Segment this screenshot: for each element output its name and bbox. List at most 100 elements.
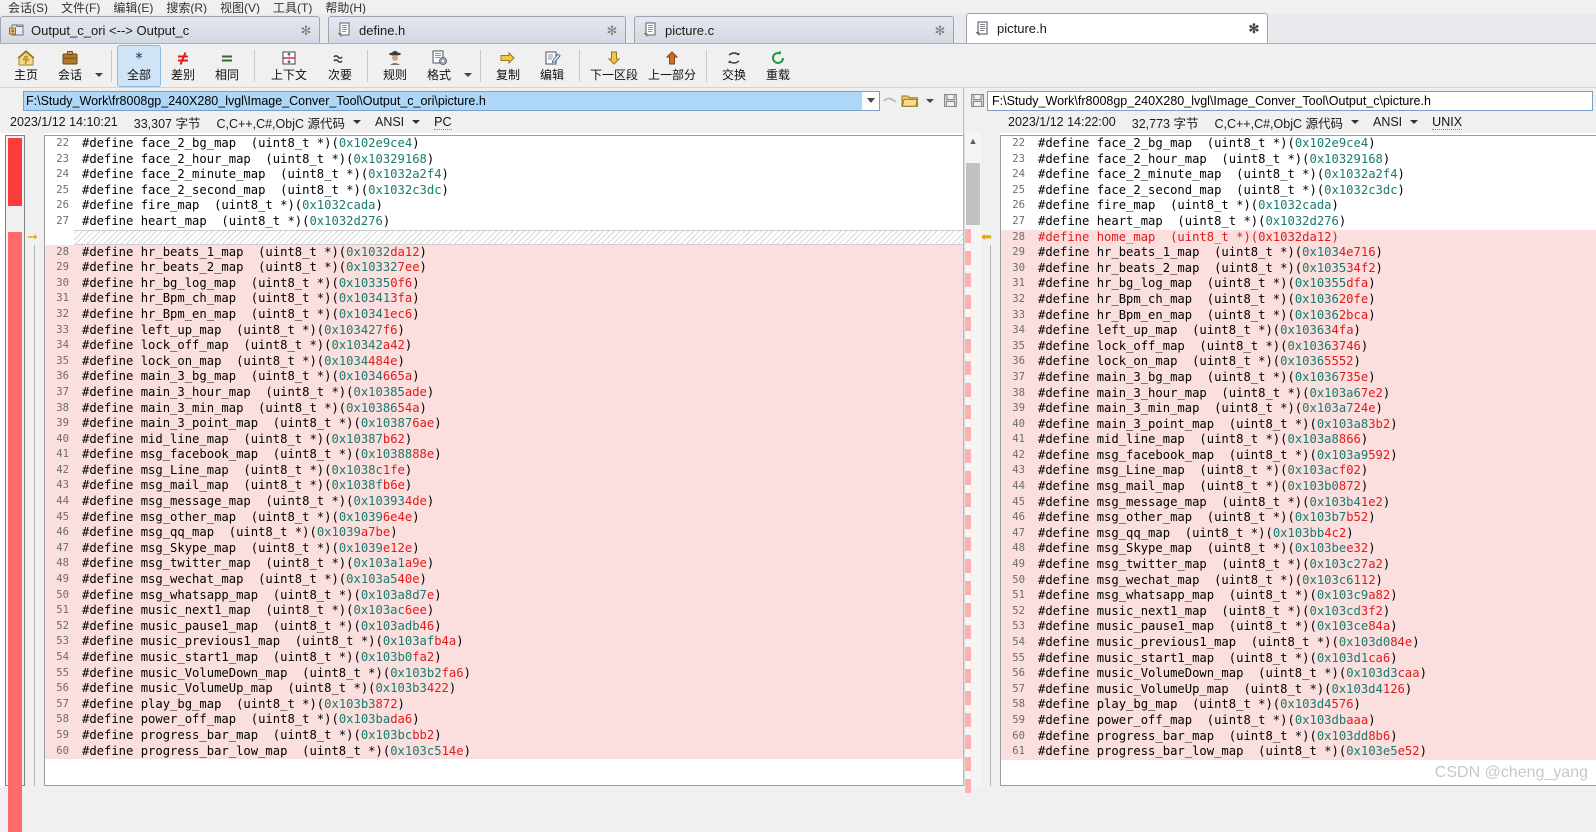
- table-row[interactable]: 38#define main_3_hour_map (uint8_t *)(0x…: [1001, 386, 1596, 402]
- table-row[interactable]: 52#define music_pause1_map (uint8_t *)(0…: [45, 619, 963, 635]
- table-row[interactable]: 30#define hr_bg_log_map (uint8_t *)(0x10…: [45, 276, 963, 292]
- table-row[interactable]: 39#define main_3_point_map (uint8_t *)(0…: [45, 416, 963, 432]
- minor-button[interactable]: 次要: [318, 45, 362, 87]
- table-row[interactable]: 45#define msg_message_map (uint8_t *)(0x…: [1001, 495, 1596, 511]
- left-gutter-markers[interactable]: ➞: [25, 133, 44, 786]
- table-row[interactable]: 23#define face_2_hour_map (uint8_t *)(0x…: [45, 152, 963, 168]
- tab-define-h[interactable]: define.h ✻: [328, 16, 626, 43]
- table-row[interactable]: 35#define lock_off_map (uint8_t *)(0x103…: [1001, 339, 1596, 355]
- table-row[interactable]: 26#define fire_map (uint8_t *)(0x1032cad…: [45, 198, 963, 214]
- table-row[interactable]: 51#define music_next1_map (uint8_t *)(0x…: [45, 603, 963, 619]
- table-row[interactable]: 53#define music_previous1_map (uint8_t *…: [45, 634, 963, 650]
- table-row[interactable]: 45#define msg_other_map (uint8_t *)(0x10…: [45, 510, 963, 526]
- table-row[interactable]: 52#define music_next1_map (uint8_t *)(0x…: [1001, 604, 1596, 620]
- menu-item-file[interactable]: 文件(F): [57, 2, 109, 14]
- table-row[interactable]: 49#define msg_wechat_map (uint8_t *)(0x1…: [45, 572, 963, 588]
- table-row[interactable]: 29#define hr_beats_1_map (uint8_t *)(0x1…: [1001, 245, 1596, 261]
- context-button[interactable]: 上下文: [260, 45, 318, 87]
- left-goto-button[interactable]: [880, 93, 900, 108]
- table-row[interactable]: 58#define play_bg_map (uint8_t *)(0x103d…: [1001, 697, 1596, 713]
- table-row[interactable]: 54#define music_previous1_map (uint8_t *…: [1001, 635, 1596, 651]
- table-row[interactable]: 24#define face_2_minute_map (uint8_t *)(…: [1001, 167, 1596, 183]
- home-button[interactable]: 主页: [4, 45, 48, 87]
- table-row[interactable]: 57#define play_bg_map (uint8_t *)(0x103b…: [45, 697, 963, 713]
- table-row[interactable]: 58#define power_off_map (uint8_t *)(0x10…: [45, 712, 963, 728]
- copy-button[interactable]: 复制: [486, 45, 530, 87]
- table-row[interactable]: 28#define hr_beats_1_map (uint8_t *)(0x1…: [45, 245, 963, 261]
- left-path-dropdown[interactable]: [862, 92, 879, 110]
- right-path-input[interactable]: F:\Study_Work\fr8008gp_240X280_lvgl\Imag…: [988, 92, 1592, 110]
- table-row[interactable]: 33#define hr_Bpm_en_map (uint8_t *)(0x10…: [1001, 308, 1596, 324]
- table-row[interactable]: 37#define main_3_hour_map (uint8_t *)(0x…: [45, 385, 963, 401]
- table-row[interactable]: 55#define music_VolumeDown_map (uint8_t …: [45, 666, 963, 682]
- right-scrollbar[interactable]: ▲: [964, 133, 981, 786]
- table-row[interactable]: 32#define hr_Bpm_ch_map (uint8_t *)(0x10…: [1001, 292, 1596, 308]
- tab-picture-c[interactable]: picture.c ✻: [634, 16, 954, 43]
- session-button[interactable]: 会话: [48, 45, 92, 87]
- table-row[interactable]: 61#define progress_bar_low_map (uint8_t …: [1001, 744, 1596, 760]
- session-dropdown-arrow[interactable]: [92, 45, 106, 87]
- table-row[interactable]: 34#define lock_off_map (uint8_t *)(0x103…: [45, 338, 963, 354]
- table-row[interactable]: 51#define msg_whatsapp_map (uint8_t *)(0…: [1001, 588, 1596, 604]
- left-path-input[interactable]: F:\Study_Work\fr8008gp_240X280_lvgl\Imag…: [24, 92, 862, 110]
- table-row[interactable]: 36#define lock_on_map (uint8_t *)(0x1036…: [1001, 354, 1596, 370]
- left-save-button[interactable]: [940, 93, 960, 108]
- table-row[interactable]: 56#define music_VolumeDown_map (uint8_t …: [1001, 666, 1596, 682]
- close-icon[interactable]: ✻: [933, 24, 947, 37]
- table-row[interactable]: 46#define msg_other_map (uint8_t *)(0x10…: [1001, 510, 1596, 526]
- table-row[interactable]: 49#define msg_twitter_map (uint8_t *)(0x…: [1001, 557, 1596, 573]
- table-row[interactable]: 26#define fire_map (uint8_t *)(0x1032cad…: [1001, 198, 1596, 214]
- table-row[interactable]: 27#define heart_map (uint8_t *)(0x1032d2…: [1001, 214, 1596, 230]
- table-row[interactable]: 31#define hr_bg_log_map (uint8_t *)(0x10…: [1001, 276, 1596, 292]
- close-icon[interactable]: ✻: [605, 24, 619, 37]
- table-row[interactable]: 22#define face_2_bg_map (uint8_t *)(0x10…: [1001, 136, 1596, 152]
- table-row[interactable]: 29#define hr_beats_2_map (uint8_t *)(0x1…: [45, 260, 963, 276]
- table-row[interactable]: 24#define face_2_minute_map (uint8_t *)(…: [45, 167, 963, 183]
- menu-item-tools[interactable]: 工具(T): [269, 2, 321, 14]
- tab-output-c-ori-vs-output-c[interactable]: Output_c_ori <--> Output_c ✻: [0, 16, 320, 43]
- left-browse-button[interactable]: [900, 93, 920, 108]
- table-row[interactable]: 57#define music_VolumeUp_map (uint8_t *)…: [1001, 682, 1596, 698]
- scroll-up-arrow-icon[interactable]: ▲: [965, 133, 981, 148]
- table-row[interactable]: 22#define face_2_bg_map (uint8_t *)(0x10…: [45, 136, 963, 152]
- format-dropdown-arrow[interactable]: [461, 45, 475, 87]
- show-differences-button[interactable]: 差别: [161, 45, 205, 87]
- rules-button[interactable]: 规则: [373, 45, 417, 87]
- left-code-area[interactable]: 22#define face_2_bg_map (uint8_t *)(0x10…: [44, 135, 963, 786]
- swap-button[interactable]: 交换: [712, 45, 756, 87]
- right-encoding-select[interactable]: ANSI: [1373, 115, 1418, 129]
- table-row[interactable]: 55#define music_start1_map (uint8_t *)(0…: [1001, 651, 1596, 667]
- table-row[interactable]: 54#define music_start1_map (uint8_t *)(0…: [45, 650, 963, 666]
- table-row[interactable]: 27#define heart_map (uint8_t *)(0x1032d2…: [45, 214, 963, 230]
- right-code-area[interactable]: 22#define face_2_bg_map (uint8_t *)(0x10…: [1000, 135, 1596, 786]
- table-row[interactable]: 31#define hr_Bpm_ch_map (uint8_t *)(0x10…: [45, 291, 963, 307]
- format-button[interactable]: 格式: [417, 45, 461, 87]
- reload-button[interactable]: 重载: [756, 45, 800, 87]
- table-row[interactable]: 36#define main_3_bg_map (uint8_t *)(0x10…: [45, 369, 963, 385]
- menu-item-search[interactable]: 搜索(R): [162, 2, 216, 14]
- table-row[interactable]: 39#define main_3_min_map (uint8_t *)(0x1…: [1001, 401, 1596, 417]
- table-row[interactable]: 42#define msg_facebook_map (uint8_t *)(0…: [1001, 448, 1596, 464]
- table-row[interactable]: 25#define face_2_second_map (uint8_t *)(…: [1001, 183, 1596, 199]
- right-gutter-markers[interactable]: ⬅: [981, 133, 1000, 786]
- close-icon[interactable]: ✻: [299, 24, 313, 37]
- table-row[interactable]: 41#define mid_line_map (uint8_t *)(0x103…: [1001, 432, 1596, 448]
- table-row[interactable]: 37#define main_3_bg_map (uint8_t *)(0x10…: [1001, 370, 1596, 386]
- table-row[interactable]: 46#define msg_qq_map (uint8_t *)(0x1039a…: [45, 525, 963, 541]
- table-row[interactable]: 23#define face_2_hour_map (uint8_t *)(0x…: [1001, 152, 1596, 168]
- table-row[interactable]: 41#define msg_facebook_map (uint8_t *)(0…: [45, 447, 963, 463]
- table-row[interactable]: 34#define left_up_map (uint8_t *)(0x1036…: [1001, 323, 1596, 339]
- left-syntax-select[interactable]: C,C++,C#,ObjC 源代码: [216, 113, 361, 132]
- menu-item-view[interactable]: 视图(V): [216, 2, 269, 14]
- right-syntax-select[interactable]: C,C++,C#,ObjC 源代码: [1214, 113, 1359, 132]
- table-row[interactable]: 43#define msg_Line_map (uint8_t *)(0x103…: [1001, 463, 1596, 479]
- show-all-button[interactable]: * 全部: [117, 45, 161, 87]
- tab-picture-h[interactable]: picture.h ✻: [966, 13, 1268, 43]
- menu-item-help[interactable]: 帮助(H): [321, 2, 375, 14]
- next-section-button[interactable]: 下一区段: [585, 45, 643, 87]
- left-browse-dropdown[interactable]: [920, 99, 940, 103]
- table-row[interactable]: 48#define msg_Skype_map (uint8_t *)(0x10…: [1001, 541, 1596, 557]
- table-row[interactable]: 40#define mid_line_map (uint8_t *)(0x103…: [45, 432, 963, 448]
- table-row[interactable]: 47#define msg_qq_map (uint8_t *)(0x103bb…: [1001, 526, 1596, 542]
- table-row[interactable]: 30#define hr_beats_2_map (uint8_t *)(0x1…: [1001, 261, 1596, 277]
